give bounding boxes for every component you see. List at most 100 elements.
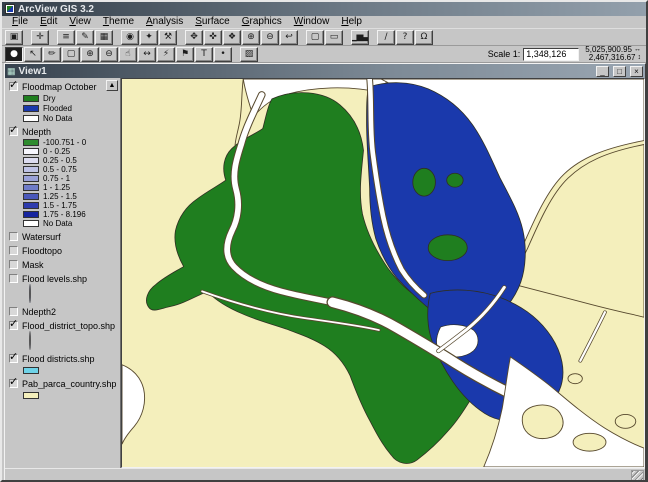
theme-floodtopo[interactable]: Floodtopo (9, 245, 118, 256)
zoom-in-button[interactable]: ⊕ (242, 30, 260, 45)
theme-name[interactable]: Flood_district_topo.shp (22, 321, 115, 331)
close-button[interactable]: × (630, 66, 643, 77)
theme-name[interactable]: Floodtopo (22, 246, 62, 256)
legend-swatch (23, 175, 39, 182)
theme-name[interactable]: Pab_parca_country.shp (22, 379, 116, 389)
theme-name[interactable]: Floodmap October (22, 82, 97, 92)
text-tool-button[interactable]: T (195, 47, 213, 62)
theme-checkbox[interactable] (9, 246, 18, 255)
menu-analysis[interactable]: Analysis (140, 16, 189, 28)
menu-help[interactable]: Help (335, 16, 368, 28)
point-symbol (29, 331, 31, 350)
theme-name[interactable]: Flood levels.shp (22, 274, 87, 284)
checkmark-icon: ✓ (9, 78, 18, 91)
select-feature-tool-button[interactable]: ▢ (62, 47, 80, 62)
menu-file[interactable]: File (6, 16, 34, 28)
flood-map (122, 79, 644, 467)
theme-flood-levels[interactable]: Flood levels.shp (9, 273, 118, 303)
open-theme-table-button[interactable]: ▦ (95, 30, 113, 45)
view1-window: ▦ View1 _ □ × ▲ ✓ Floodmap October Dry F… (4, 63, 646, 482)
app-titlebar: ArcView GIS 3.2 (2, 2, 646, 16)
theme-checkbox[interactable] (9, 274, 18, 283)
toc-scroll-up-button[interactable]: ▲ (106, 80, 118, 91)
scale-input[interactable] (523, 48, 579, 61)
theme-name[interactable]: Mask (22, 260, 44, 270)
scale-box: Scale 1: (488, 48, 580, 61)
menu-view[interactable]: View (63, 16, 97, 28)
label-tool-button[interactable]: ⚑ (176, 47, 194, 62)
theme-ndepth2[interactable]: Ndepth2 (9, 306, 118, 317)
y-coordinate: 2,467,316.67 (589, 54, 636, 62)
theme-name[interactable]: Ndepth2 (22, 307, 56, 317)
theme-name[interactable]: Flood districts.shp (22, 354, 95, 364)
theme-properties-button[interactable]: ≡ (57, 30, 75, 45)
add-theme-button[interactable]: ✛ (31, 30, 49, 45)
menu-surface[interactable]: Surface (189, 16, 235, 28)
main-toolbar: ▣ ✛ ≡ ✎ ▦ ◉ ✦ ⚒ ✥ ✜ ❖ ⊕ ⊖ ↩ ▢ ▭ ▁▅▃ ∕ ? … (2, 29, 646, 46)
help-pointer-button[interactable]: ? (396, 30, 414, 45)
zoom-active-theme-button[interactable]: ✜ (204, 30, 222, 45)
maximize-button[interactable]: □ (613, 66, 626, 77)
vertex-edit-tool-button[interactable]: ✏ (43, 47, 61, 62)
legend-swatch (23, 193, 39, 200)
theme-mask[interactable]: Mask (9, 259, 118, 270)
legend-swatch (23, 202, 39, 209)
create-chart-button[interactable]: ▁▅▃ (351, 30, 369, 45)
measure-tool-button[interactable]: ↔ (138, 47, 156, 62)
menu-window[interactable]: Window (288, 16, 336, 28)
point-symbol (29, 284, 31, 303)
clear-selection-button[interactable]: ▭ (325, 30, 343, 45)
resize-grip[interactable] (631, 470, 644, 481)
theme-ndepth[interactable]: ✓ Ndepth -100.751 - 0 0 - 0.25 0.25 - 0.… (9, 126, 118, 228)
theme-flood-districts[interactable]: ✓ Flood districts.shp (9, 353, 118, 375)
theme-checkbox[interactable]: ✓ (9, 379, 18, 388)
theme-checkbox[interactable]: ✓ (9, 354, 18, 363)
checkmark-icon: ✓ (9, 123, 18, 136)
theme-pab-parca-country[interactable]: ✓ Pab_parca_country.shp (9, 378, 118, 400)
zoom-selected-button[interactable]: ❖ (223, 30, 241, 45)
minimize-button[interactable]: _ (596, 66, 609, 77)
menu-edit[interactable]: Edit (34, 16, 63, 28)
theme-name[interactable]: Ndepth (22, 127, 51, 137)
customize-button[interactable]: Ω (415, 30, 433, 45)
view-titlebar[interactable]: ▦ View1 _ □ × (5, 64, 645, 78)
zoom-out-button[interactable]: ⊖ (261, 30, 279, 45)
dry-island (413, 168, 436, 196)
draw-point-tool-button[interactable]: • (214, 47, 232, 62)
menu-graphics[interactable]: Graphics (236, 16, 288, 28)
identify-tool-button[interactable]: ● (5, 47, 23, 62)
legend-label: -100.751 - 0 (43, 138, 86, 147)
pan-tool-button[interactable]: ☝ (119, 47, 137, 62)
theme-checkbox[interactable]: ✓ (9, 321, 18, 330)
locate-address-button[interactable]: ✦ (140, 30, 158, 45)
theme-checkbox[interactable] (9, 260, 18, 269)
edit-legend-button[interactable]: ✎ (76, 30, 94, 45)
hotlink-tool-button[interactable]: ⚡ (157, 47, 175, 62)
theme-checkbox[interactable]: ✓ (9, 127, 18, 136)
find-button[interactable]: ◉ (121, 30, 139, 45)
theme-watersurf[interactable]: Watersurf (9, 231, 118, 242)
theme-checkbox[interactable]: ✓ (9, 82, 18, 91)
query-builder-button[interactable]: ⚒ (159, 30, 177, 45)
legend-swatch (23, 220, 39, 227)
draw-line-button[interactable]: ∕ (377, 30, 395, 45)
menu-theme[interactable]: Theme (97, 16, 140, 28)
coordinate-display: 5,025,900.95 ↔ 2,467,316.67 ↕ (585, 46, 641, 62)
theme-flood-district-topo[interactable]: ✓ Flood_district_topo.shp (9, 320, 118, 350)
legend-label: 1.75 - 8.196 (43, 210, 86, 219)
zoom-in-tool-button[interactable]: ⊕ (81, 47, 99, 62)
zoom-previous-button[interactable]: ↩ (280, 30, 298, 45)
save-project-button[interactable]: ▣ (5, 30, 23, 45)
pointer-tool-button[interactable]: ↖ (24, 47, 42, 62)
legend-label: 1.5 - 1.75 (43, 201, 77, 210)
zoom-full-extent-button[interactable]: ✥ (185, 30, 203, 45)
select-features-button[interactable]: ▢ (306, 30, 324, 45)
theme-name[interactable]: Watersurf (22, 232, 61, 242)
checkmark-icon: ✓ (9, 375, 18, 388)
theme-checkbox[interactable] (9, 232, 18, 241)
area-of-interest-tool-button[interactable]: ▨ (240, 47, 258, 62)
theme-floodmap-october[interactable]: ✓ Floodmap October Dry Flooded No Data (9, 81, 118, 123)
map-canvas[interactable] (121, 78, 645, 468)
theme-checkbox[interactable] (9, 307, 18, 316)
zoom-out-tool-button[interactable]: ⊖ (100, 47, 118, 62)
